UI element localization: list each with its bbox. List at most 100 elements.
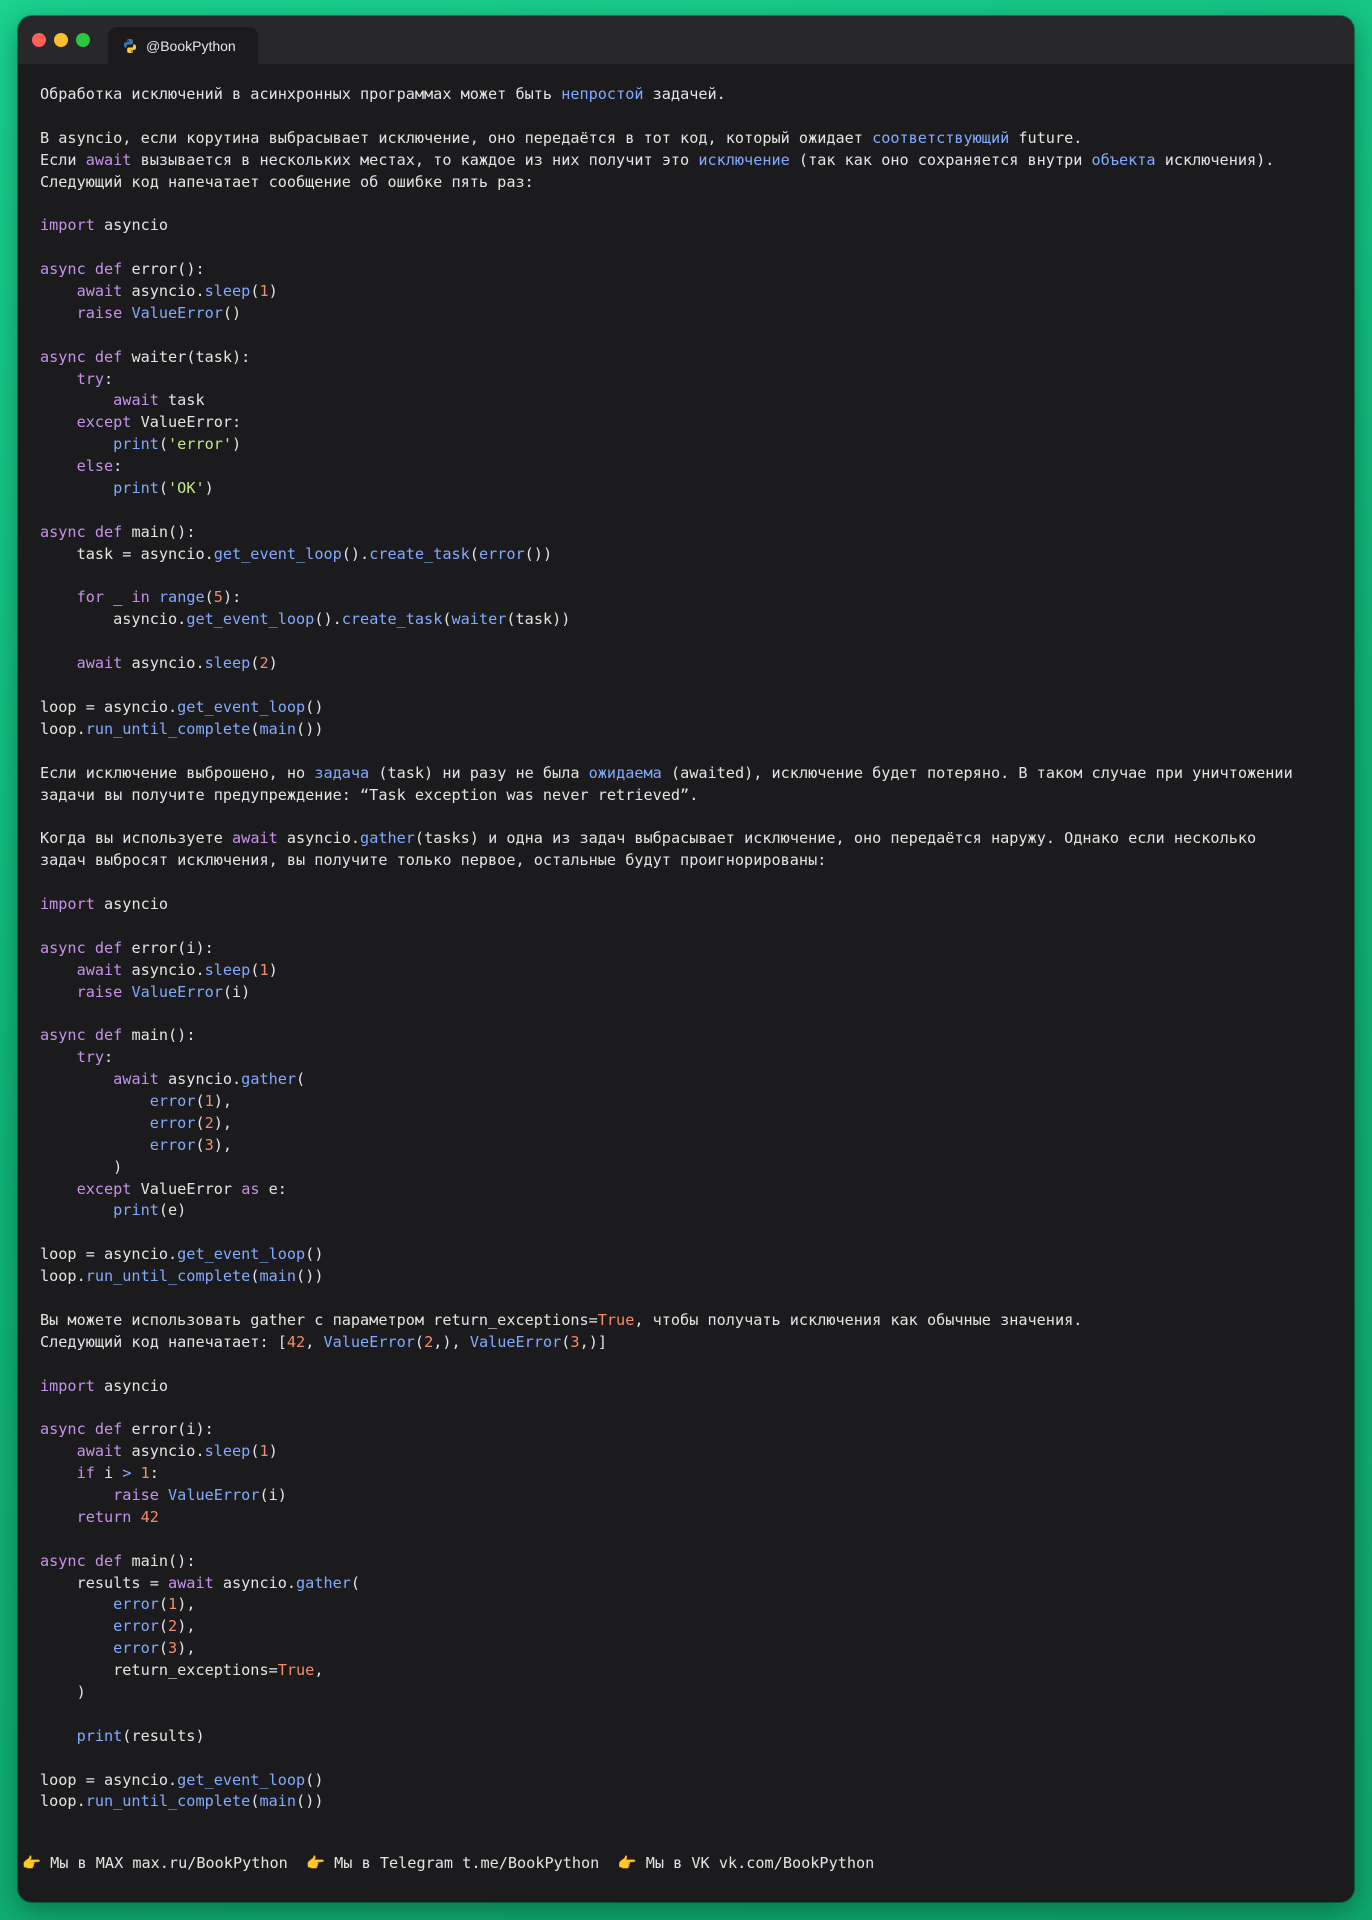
text-line: import asyncio: [40, 894, 1334, 916]
text-token: loop.: [40, 1792, 86, 1811]
text-token: await: [113, 1070, 159, 1089]
text-token: :: [149, 1464, 159, 1483]
text-token: error():: [122, 260, 205, 279]
text-line: Вы можете использовать gather с параметр…: [40, 1310, 1334, 1332]
text-token: Если исключение выброшено, но: [40, 763, 315, 782]
text-token: gather: [360, 829, 415, 848]
text-token: error(i):: [122, 938, 214, 957]
text-token: def: [94, 347, 123, 366]
text-token: задач выбросят исключения, вы получите т…: [40, 851, 827, 870]
text-token: main():: [122, 1026, 196, 1045]
text-line: except ValueError:: [40, 412, 1334, 434]
text-line: Следующий код напечатает: [42, ValueErro…: [40, 1332, 1334, 1354]
text-line: loop.run_until_complete(main()): [40, 719, 1334, 741]
text-token: create_task: [369, 544, 470, 563]
text-token: (: [158, 1595, 169, 1614]
text-token: ,: [305, 1332, 324, 1351]
text-token: loop = asyncio.: [40, 1770, 178, 1789]
text-token: 3: [168, 1639, 178, 1658]
text-token: def: [94, 522, 123, 541]
text-line: [40, 806, 1334, 828]
text-token: error: [478, 544, 525, 563]
tab-bookpython[interactable]: @BookPython: [108, 27, 258, 64]
text-line: raise ValueError(): [40, 303, 1334, 325]
text-token: ()): [296, 1267, 324, 1286]
text-token: (: [469, 544, 479, 563]
text-token: raise: [76, 303, 123, 322]
text-token: (): [222, 303, 242, 322]
text-token: задачи вы получите предупреждение: “Task…: [40, 785, 699, 804]
text-token: 2: [424, 1332, 434, 1351]
text-token: 5: [213, 588, 223, 607]
text-token: (так как оно сохраняется внутри: [789, 150, 1092, 169]
text-token: (i): [222, 982, 251, 1001]
text-token: waiter(task):: [122, 347, 251, 366]
text-token: 2: [168, 1617, 178, 1636]
text-line: await asyncio.sleep(1): [40, 960, 1334, 982]
text-token: 'OK': [168, 479, 205, 498]
text-token: print: [113, 1201, 159, 1220]
text-line: async def waiter(task):: [40, 347, 1334, 369]
footer-link[interactable]: Мы в Telegram t.me/BookPython: [325, 1854, 618, 1872]
text-line: задачи вы получите предупреждение: “Task…: [40, 785, 1334, 807]
text-token: _: [104, 588, 132, 607]
text-token: :: [113, 457, 123, 476]
text-token: sleep: [204, 282, 251, 301]
text-token: (: [195, 1135, 205, 1154]
text-token: задачей.: [643, 85, 726, 103]
text-token: async: [40, 1026, 86, 1045]
text-token: run_until_complete: [85, 1792, 251, 1811]
text-line: [40, 1529, 1334, 1551]
text-token: asyncio.: [213, 1573, 297, 1592]
text-token: except: [76, 413, 132, 432]
text-token: ожидаема: [588, 763, 662, 782]
editor-window: @BookPython Обработка исключений в асинх…: [18, 16, 1354, 1902]
footer-link[interactable]: Мы в MAX max.ru/BookPython: [41, 1854, 306, 1872]
text-line: results = await asyncio.gather(: [40, 1573, 1334, 1595]
text-token: print: [113, 435, 159, 454]
text-line: except ValueError as e:: [40, 1179, 1334, 1201]
text-token: error: [149, 1135, 196, 1154]
text-line: try:: [40, 1047, 1334, 1069]
footer-link[interactable]: Мы в VK vk.com/BookPython: [637, 1854, 875, 1872]
text-token: sleep: [204, 1442, 251, 1461]
text-token: 2: [259, 654, 269, 673]
text-line: [40, 1003, 1334, 1025]
tab-label: @BookPython: [146, 37, 236, 54]
text-token: sleep: [204, 960, 251, 979]
text-token: loop.: [40, 719, 86, 738]
text-token: 1: [168, 1595, 178, 1614]
text-token: asyncio: [94, 216, 169, 235]
text-line: [40, 1288, 1334, 1310]
text-token: 1: [259, 1442, 269, 1461]
text-token: ),: [213, 1113, 233, 1132]
text-token: ()): [296, 719, 324, 738]
text-token: await: [113, 391, 159, 410]
text-token: Если: [40, 150, 86, 169]
text-token: asyncio.: [122, 654, 205, 673]
text-token: 1: [204, 1091, 214, 1110]
text-token: if: [76, 1464, 95, 1483]
text-token: in: [131, 588, 150, 607]
text-token: asyncio.: [122, 1442, 205, 1461]
zoom-window-button[interactable]: [76, 33, 90, 47]
text-token: run_until_complete: [85, 719, 251, 738]
text-line: [40, 1397, 1334, 1419]
text-line: print(e): [40, 1200, 1334, 1222]
text-token: else: [76, 457, 114, 476]
minimize-window-button[interactable]: [54, 33, 68, 47]
text-token: error(i):: [122, 1420, 214, 1439]
text-line: [40, 1222, 1334, 1244]
close-window-button[interactable]: [32, 33, 46, 47]
text-line: [40, 1704, 1334, 1726]
text-token: def: [94, 1420, 123, 1439]
text-token: Следующий код напечатает сообщение об ош…: [40, 172, 534, 191]
text-line: error(1),: [40, 1091, 1334, 1113]
